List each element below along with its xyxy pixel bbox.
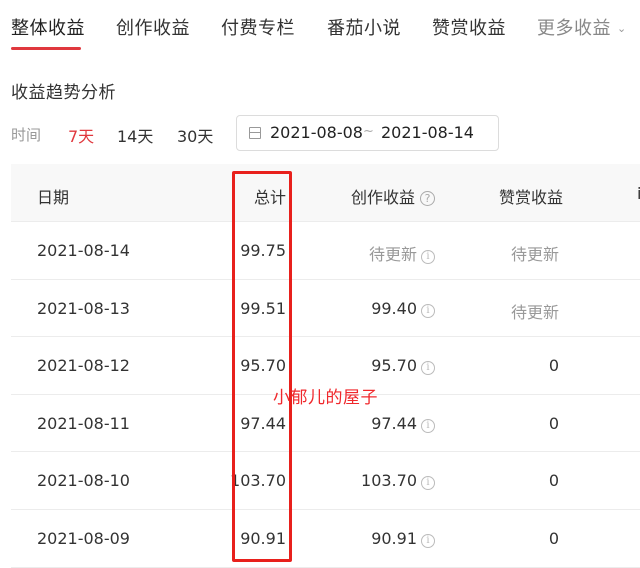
- tab-creation-income[interactable]: 创作收益: [116, 14, 190, 40]
- cell-creation-value: 99.40: [371, 298, 417, 318]
- cell-total: 95.70: [240, 356, 286, 376]
- cell-reward: 0: [548, 528, 559, 548]
- info-icon[interactable]: i: [421, 533, 435, 548]
- cell-total: 97.44: [240, 413, 286, 433]
- cell-creation-value: 103.70: [361, 471, 417, 491]
- help-icon[interactable]: ?: [420, 191, 435, 206]
- cell-total: 99.51: [240, 298, 286, 318]
- calendar-icon: [249, 127, 261, 139]
- tab-tomato-novel[interactable]: 番茄小说: [327, 14, 401, 40]
- watermark-text: 小郁儿的屋子: [273, 388, 378, 408]
- tab-more-label: 更多收益: [537, 18, 611, 39]
- section-title: 收益趋势分析: [11, 83, 116, 103]
- cell-total: 99.75: [240, 241, 286, 260]
- table-row: 2021-08-09 90.91 90.91 i 0: [11, 510, 640, 568]
- income-tabs: 整体收益 创作收益 付费专栏 番茄小说 赞赏收益 更多收益 ⌄: [0, 0, 640, 50]
- cell-date: 2021-08-10: [37, 471, 130, 491]
- cell-creation: 95.70 i: [371, 356, 435, 376]
- range-7-days[interactable]: 7天: [68, 123, 94, 147]
- cell-creation: 99.40 i: [371, 299, 435, 318]
- cell-creation-value: 90.91: [371, 528, 417, 548]
- date-end: 2021-08-14: [381, 123, 474, 142]
- date-separator: ~: [363, 124, 374, 139]
- info-icon[interactable]: i: [421, 250, 435, 264]
- time-label: 时间: [11, 126, 42, 144]
- cell-date: 2021-08-11: [37, 413, 130, 433]
- cell-reward: 0: [548, 471, 559, 491]
- tab-more-income[interactable]: 更多收益 ⌄: [537, 14, 627, 40]
- cell-creation: 97.44 i: [371, 414, 435, 433]
- info-icon[interactable]: i: [421, 361, 435, 376]
- cell-date: 2021-08-14: [37, 241, 130, 260]
- header-total: 总计: [253, 188, 286, 207]
- cell-reward: 待更新: [510, 302, 559, 322]
- tab-reward-income[interactable]: 赞赏收益: [432, 14, 506, 40]
- date-range-picker[interactable]: 2021-08-08 ~ 2021-08-14: [236, 115, 499, 151]
- chevron-down-icon: ⌄: [617, 22, 627, 35]
- range-14-days[interactable]: 14天: [117, 123, 153, 147]
- date-start: 2021-08-08: [270, 123, 363, 142]
- info-icon[interactable]: i: [421, 476, 435, 491]
- cell-reward: 0: [548, 413, 559, 433]
- cell-creation: 103.70 i: [361, 471, 435, 491]
- cell-date: 2021-08-09: [37, 528, 130, 548]
- range-30-days[interactable]: 30天: [177, 123, 213, 147]
- header-creation: 创作收益?: [351, 184, 435, 208]
- income-table: 日期 总计 创作收益? 赞赏收益 i 2021-08-14 99.75 待更新 i…: [11, 164, 640, 568]
- header-creation-label: 创作收益: [350, 188, 415, 207]
- cell-total: 90.91: [240, 528, 286, 548]
- table-row: 2021-08-10 103.70 103.70 i 0: [11, 452, 640, 510]
- header-date: 日期: [37, 188, 70, 207]
- cell-date: 2021-08-13: [37, 298, 130, 318]
- cell-date: 2021-08-12: [37, 356, 130, 376]
- tab-overall-income[interactable]: 整体收益: [11, 14, 85, 40]
- cell-creation-value: 97.44: [371, 413, 417, 433]
- tab-paid-column[interactable]: 付费专栏: [221, 14, 295, 40]
- table-row: 2021-08-14 99.75 待更新 i 待更新: [11, 222, 640, 280]
- time-filter: 时间 7天 14天 30天 2021-08-08 ~ 2021-08-14: [0, 115, 640, 151]
- table-header: 日期 总计 创作收益? 赞赏收益 i: [11, 164, 640, 222]
- cell-total: 103.70: [230, 471, 286, 491]
- table-row: 2021-08-13 99.51 99.40 i 待更新: [11, 280, 640, 338]
- info-icon[interactable]: i: [421, 303, 435, 318]
- header-reward: 赞赏收益: [498, 188, 563, 207]
- cell-reward: 待更新: [510, 245, 559, 264]
- cell-creation: 待更新 i: [369, 241, 435, 265]
- cell-creation: 90.91 i: [371, 529, 435, 548]
- cell-reward: 0: [548, 356, 559, 376]
- cell-creation-value: 待更新: [368, 245, 417, 264]
- info-icon[interactable]: i: [421, 418, 435, 433]
- cell-creation-value: 95.70: [371, 356, 417, 376]
- active-tab-indicator: [11, 47, 81, 50]
